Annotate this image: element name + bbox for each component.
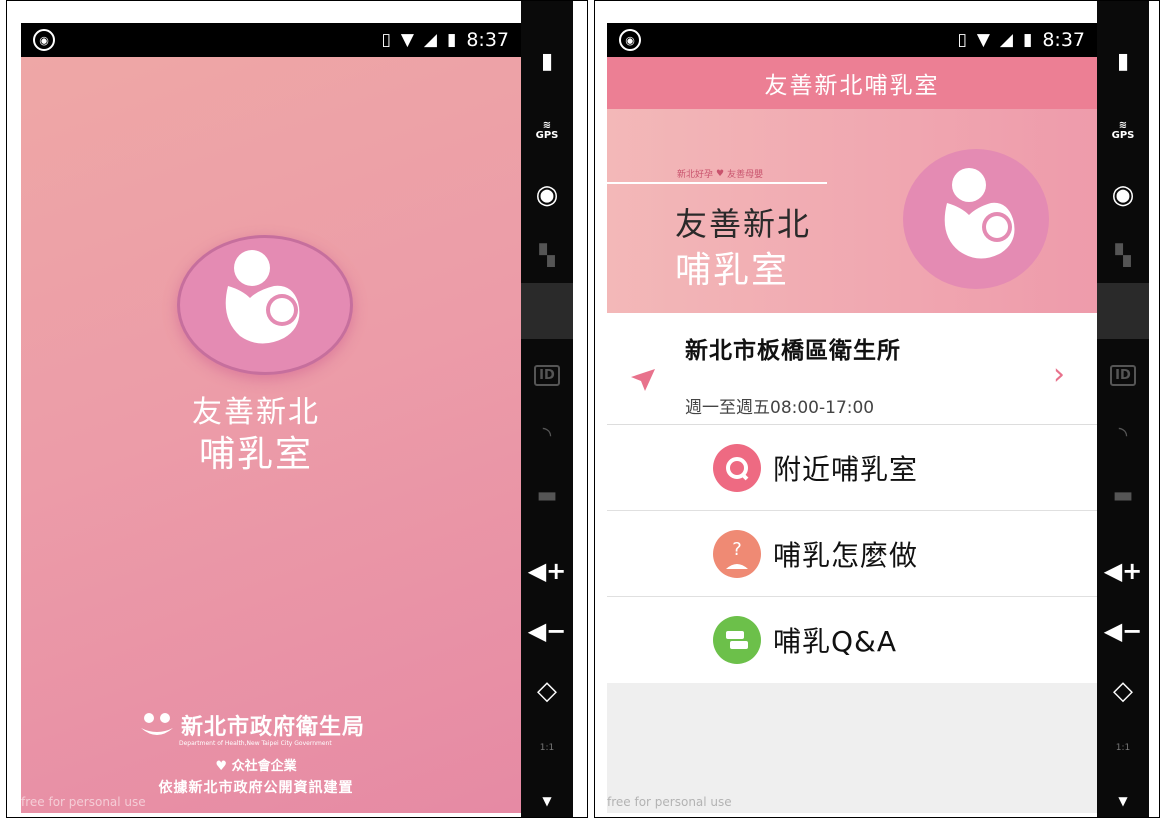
partner-label: ♥ 众社會企業 [21,755,491,774]
signal-icon: ◢ [423,30,437,50]
navigation-arrow-icon [631,369,655,391]
signal-icon: ◢ [999,30,1013,50]
id-icon[interactable]: ID [521,345,573,405]
location-hours: 週一至週五08:00-17:00 [685,398,875,418]
slogan-right: 友善母嬰 [727,170,764,180]
svg-text:?: ? [732,539,742,560]
partner-name: 众社會企業 [231,759,297,774]
banner-title-line2: 哺乳室 [675,250,790,291]
rotate-icon[interactable]: ◇ [1097,661,1149,721]
battery-icon[interactable]: ▮ [521,31,573,91]
org-name: 新北市政府衛生局 [181,715,366,740]
rss-icon[interactable]: ◝ [1097,405,1149,465]
heart-icon: ♥ [215,759,228,774]
dpad-icon[interactable] [1097,283,1149,339]
search-icon [713,443,761,492]
notification-shield-icon: ◉ [619,29,641,51]
banner-divider [607,182,827,184]
sms-icon[interactable]: ▬ [521,465,573,525]
question-person-icon: ? [713,529,761,578]
menu-label-howto: 哺乳怎麼做 [773,538,919,572]
chat-bubble-icon [713,616,761,664]
health-bureau-logo-icon [141,713,173,735]
sms-icon[interactable]: ▬ [1097,465,1149,525]
wifi-icon: ▼ [400,30,414,50]
org-english-name: Department of Health,New Taipei City Gov… [179,740,332,747]
main-phone-screen: ◉ ▯ ▼ ◢ ▮ 8:37 友善新北哺乳室 新北好孕 ♥ 友善母嬰 友善新北 … [607,23,1097,813]
nearest-location-card[interactable]: 新北市板橋區衛生所 週一至週五08:00-17:00 › [607,313,1097,425]
banner-title-line1: 友善新北 [675,205,812,243]
clapper-icon[interactable]: ▚ [1097,225,1149,285]
main-menu: 附近哺乳室 ? 哺乳怎麼做 哺乳Q&A [607,425,1097,683]
location-name: 新北市板橋區衛生所 [685,338,901,364]
mother-baby-icon [944,168,1015,259]
main-screenshot-panel: ◉ ▯ ▼ ◢ ▮ 8:37 友善新北哺乳室 新北好孕 ♥ 友善母嬰 友善新北 … [594,0,1160,818]
notification-shield-icon: ◉ [33,29,55,51]
battery-status-icon: ▮ [446,30,457,50]
battery-status-icon: ▮ [1022,30,1033,50]
status-time: 8:37 [1042,29,1085,51]
chevron-right-icon: › [1053,357,1065,392]
volume-up-icon[interactable]: ◀+ [1097,541,1149,601]
app-title: 友善新北哺乳室 [764,73,940,99]
menu-label-qa: 哺乳Q&A [773,625,898,658]
watermark: free for personal use [21,795,146,809]
volume-up-icon[interactable]: ◀+ [521,541,573,601]
menu-item-qa[interactable]: 哺乳Q&A [607,597,1097,683]
vibrate-icon: ▯ [957,30,967,50]
id-icon[interactable]: ID [1097,345,1149,405]
org-logo-block: 新北市政府衛生局 [139,709,365,741]
dropdown-icon[interactable]: ▼ [521,771,573,817]
battery-icon[interactable]: ▮ [1097,31,1149,91]
splash-screenshot-panel: ◉ ▯ ▼ ◢ ▮ 8:37 友善新北 哺乳室 新北市政府衛生局 Departm… [6,0,588,818]
banner-slogan: 新北好孕 ♥ 友善母嬰 [677,167,764,181]
breastfeeding-logo-icon [177,235,353,375]
splash-phone-screen: ◉ ▯ ▼ ◢ ▮ 8:37 友善新北 哺乳室 新北市政府衛生局 Departm… [21,23,521,813]
data-source-note: 依據新北市政府公開資訊建置 [158,780,354,796]
menu-label-nearby: 附近哺乳室 [773,452,919,486]
status-bar: ◉ ▯ ▼ ◢ ▮ 8:37 [21,23,521,57]
app-bar: 友善新北哺乳室 [607,57,1097,109]
hero-banner: 新北好孕 ♥ 友善母嬰 友善新北 哺乳室 [607,109,1097,313]
status-time: 8:37 [466,29,509,51]
empty-area [607,683,1097,813]
dropdown-icon[interactable]: ▼ [1097,771,1149,817]
webcam-icon[interactable]: ◉ [1097,165,1149,225]
gps-label: GPS [535,130,559,141]
gps-label: GPS [1111,130,1135,141]
gps-icon[interactable]: ≋ GPS [521,101,573,161]
rotate-icon[interactable]: ◇ [521,661,573,721]
wifi-icon: ▼ [976,30,990,50]
status-bar: ◉ ▯ ▼ ◢ ▮ 8:37 [607,23,1097,57]
breastfeeding-logo-icon [903,149,1049,289]
slogan-left: 新北好孕 [677,170,714,180]
splash-title-line2: 哺乳室 [198,434,313,475]
scale-icon[interactable]: 1:1 [1097,719,1149,779]
mother-baby-icon [225,250,300,344]
volume-down-icon[interactable]: ◀− [521,601,573,661]
vibrate-icon: ▯ [381,30,391,50]
volume-down-icon[interactable]: ◀− [1097,601,1149,661]
menu-item-howto[interactable]: ? 哺乳怎麼做 [607,511,1097,597]
webcam-icon[interactable]: ◉ [521,165,573,225]
rss-icon[interactable]: ◝ [521,405,573,465]
clapper-icon[interactable]: ▚ [521,225,573,285]
emulator-toolbar: ▮ ≋ GPS ◉ ▚ ID ◝ ▬ ◀+ ◀− ◇ 1:1 ▼ [521,1,573,817]
gps-icon[interactable]: ≋ GPS [1097,101,1149,161]
scale-icon[interactable]: 1:1 [521,719,573,779]
dpad-icon[interactable] [521,283,573,339]
heart-icon: ♥ [716,168,725,179]
menu-item-nearby[interactable]: 附近哺乳室 [607,425,1097,511]
watermark: free for personal use [607,795,732,809]
emulator-toolbar: ▮ ≋ GPS ◉ ▚ ID ◝ ▬ ◀+ ◀− ◇ 1:1 ▼ [1097,1,1149,817]
splash-background: 友善新北 哺乳室 新北市政府衛生局 Department of Health,N… [21,57,521,813]
